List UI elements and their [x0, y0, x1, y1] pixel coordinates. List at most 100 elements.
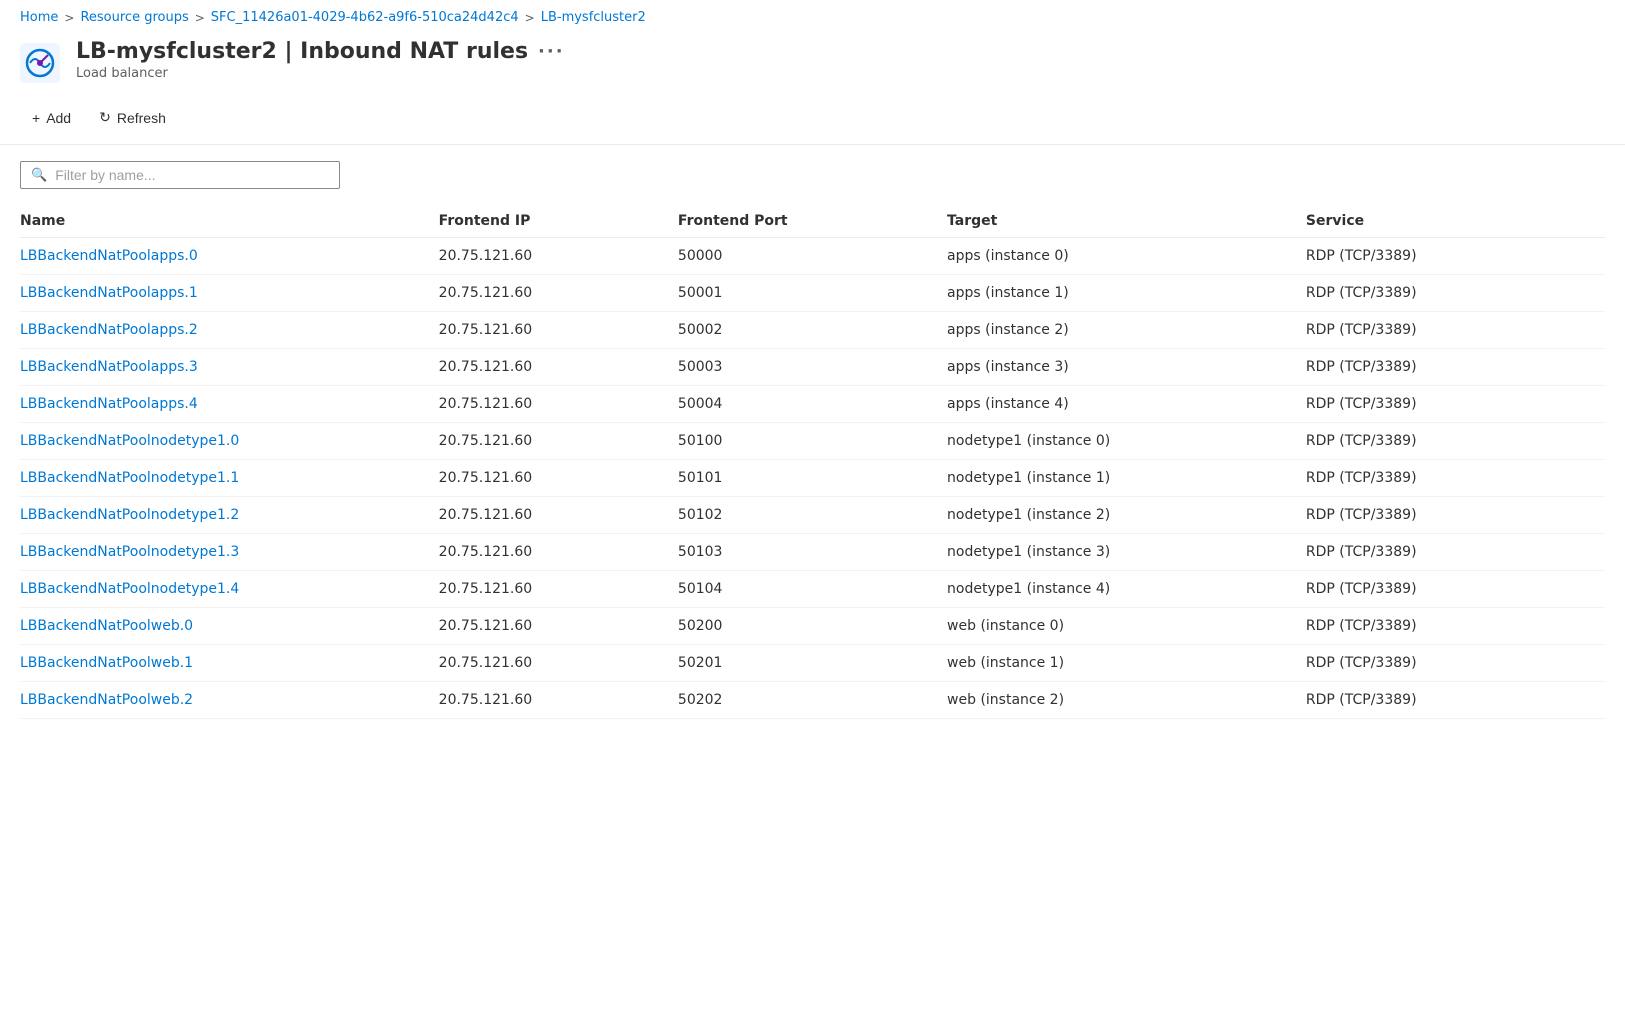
col-header-service: Service — [1306, 205, 1605, 238]
nat-rule-link[interactable]: LBBackendNatPoolapps.0 — [20, 248, 198, 264]
nat-rule-link[interactable]: LBBackendNatPoolapps.3 — [20, 359, 198, 375]
breadcrumb-resource-groups[interactable]: Resource groups — [80, 10, 188, 25]
frontend-port-cell: 50102 — [678, 497, 947, 534]
nat-rule-link[interactable]: LBBackendNatPoolnodetype1.0 — [20, 433, 239, 449]
content-area: 🔍 Name Frontend IP Frontend Port Target … — [0, 145, 1625, 735]
page-subtitle: Load balancer — [76, 66, 565, 81]
table-header: Name Frontend IP Frontend Port Target Se… — [20, 205, 1605, 238]
service-cell: RDP (TCP/3389) — [1306, 386, 1605, 423]
target-cell: nodetype1 (instance 2) — [947, 497, 1306, 534]
toolbar: + Add ↻ Refresh — [0, 95, 1625, 145]
table-row: LBBackendNatPoolapps.320.75.121.6050003a… — [20, 349, 1605, 386]
table-body: LBBackendNatPoolapps.020.75.121.6050000a… — [20, 238, 1605, 719]
breadcrumb-subscription[interactable]: SFC_11426a01-4029-4b62-a9f6-510ca24d42c4 — [211, 10, 519, 25]
lb-icon — [20, 43, 60, 83]
page-title-text: LB-mysfcluster2 | Inbound NAT rules — [76, 39, 528, 64]
breadcrumb-sep-3: > — [525, 11, 535, 25]
frontend-ip-cell: 20.75.121.60 — [439, 238, 678, 275]
breadcrumb-home[interactable]: Home — [20, 10, 58, 25]
target-cell: web (instance 1) — [947, 645, 1306, 682]
service-cell: RDP (TCP/3389) — [1306, 571, 1605, 608]
table-row: LBBackendNatPoolweb.1 20.75.121.6050201we… — [20, 645, 1605, 682]
service-cell: RDP (TCP/3389) — [1306, 275, 1605, 312]
frontend-port-cell: 50001 — [678, 275, 947, 312]
table-row: LBBackendNatPoolweb.020.75.121.6050200we… — [20, 608, 1605, 645]
service-cell: RDP (TCP/3389) — [1306, 608, 1605, 645]
service-cell: RDP (TCP/3389) — [1306, 349, 1605, 386]
nat-rule-link[interactable]: LBBackendNatPoolnodetype1.1 — [20, 470, 239, 486]
target-cell: nodetype1 (instance 0) — [947, 423, 1306, 460]
table-row: LBBackendNatPoolnodetype1.3 20.75.121.605… — [20, 534, 1605, 571]
frontend-ip-cell: 20.75.121.60 — [439, 386, 678, 423]
nat-rule-link[interactable]: LBBackendNatPoolapps.1 — [20, 285, 198, 301]
add-icon: + — [32, 110, 40, 126]
filter-input[interactable] — [55, 167, 329, 183]
table-row: LBBackendNatPoolweb.2 20.75.121.6050202we… — [20, 682, 1605, 719]
frontend-ip-cell: 20.75.121.60 — [439, 275, 678, 312]
table-row: LBBackendNatPoolnodetype1.0 20.75.121.605… — [20, 423, 1605, 460]
service-cell: RDP (TCP/3389) — [1306, 534, 1605, 571]
table-row: LBBackendNatPoolapps.020.75.121.6050000a… — [20, 238, 1605, 275]
frontend-port-cell: 50101 — [678, 460, 947, 497]
col-header-name: Name — [20, 205, 439, 238]
service-cell: RDP (TCP/3389) — [1306, 423, 1605, 460]
frontend-ip-cell: 20.75.121.60 — [439, 460, 678, 497]
col-header-frontend-port: Frontend Port — [678, 205, 947, 238]
frontend-ip-cell: 20.75.121.60 — [439, 645, 678, 682]
nat-rule-link[interactable]: LBBackendNatPoolnodetype1.2 — [20, 507, 239, 523]
target-cell: apps (instance 4) — [947, 386, 1306, 423]
service-cell: RDP (TCP/3389) — [1306, 312, 1605, 349]
refresh-icon: ↻ — [99, 109, 111, 126]
col-header-frontend-ip: Frontend IP — [439, 205, 678, 238]
frontend-port-cell: 50201 — [678, 645, 947, 682]
service-cell: RDP (TCP/3389) — [1306, 682, 1605, 719]
page-header: LB-mysfcluster2 | Inbound NAT rules ··· … — [0, 33, 1625, 95]
col-header-target: Target — [947, 205, 1306, 238]
service-cell: RDP (TCP/3389) — [1306, 497, 1605, 534]
nat-rule-link[interactable]: LBBackendNatPoolnodetype1.3 — [20, 544, 239, 560]
frontend-port-cell: 50104 — [678, 571, 947, 608]
refresh-button[interactable]: ↻ Refresh — [87, 103, 178, 132]
add-label: Add — [46, 110, 71, 126]
target-cell: nodetype1 (instance 4) — [947, 571, 1306, 608]
target-cell: apps (instance 0) — [947, 238, 1306, 275]
page-title: LB-mysfcluster2 | Inbound NAT rules ··· — [76, 39, 565, 64]
frontend-port-cell: 50004 — [678, 386, 947, 423]
frontend-ip-cell: 20.75.121.60 — [439, 682, 678, 719]
nat-rules-table: Name Frontend IP Frontend Port Target Se… — [20, 205, 1605, 719]
nat-rule-link[interactable]: LBBackendNatPoolapps.4 — [20, 396, 198, 412]
search-icon: 🔍 — [31, 168, 47, 183]
target-cell: apps (instance 2) — [947, 312, 1306, 349]
target-cell: web (instance 0) — [947, 608, 1306, 645]
frontend-ip-cell: 20.75.121.60 — [439, 497, 678, 534]
table-row: LBBackendNatPoolapps.220.75.121.6050002a… — [20, 312, 1605, 349]
service-cell: RDP (TCP/3389) — [1306, 460, 1605, 497]
page-title-block: LB-mysfcluster2 | Inbound NAT rules ··· … — [76, 39, 565, 81]
nat-rule-link[interactable]: LBBackendNatPoolweb.0 — [20, 618, 193, 634]
breadcrumb-lb[interactable]: LB-mysfcluster2 — [541, 10, 646, 25]
target-cell: nodetype1 (instance 3) — [947, 534, 1306, 571]
target-cell: web (instance 2) — [947, 682, 1306, 719]
frontend-port-cell: 50202 — [678, 682, 947, 719]
frontend-ip-cell: 20.75.121.60 — [439, 349, 678, 386]
frontend-ip-cell: 20.75.121.60 — [439, 423, 678, 460]
target-cell: nodetype1 (instance 1) — [947, 460, 1306, 497]
more-options-button[interactable]: ··· — [538, 41, 565, 62]
add-button[interactable]: + Add — [20, 104, 83, 132]
frontend-port-cell: 50103 — [678, 534, 947, 571]
frontend-ip-cell: 20.75.121.60 — [439, 608, 678, 645]
nat-rule-link[interactable]: LBBackendNatPoolnodetype1.4 — [20, 581, 239, 597]
refresh-label: Refresh — [117, 110, 166, 126]
service-cell: RDP (TCP/3389) — [1306, 238, 1605, 275]
frontend-ip-cell: 20.75.121.60 — [439, 534, 678, 571]
nat-rule-link[interactable]: LBBackendNatPoolapps.2 — [20, 322, 198, 338]
frontend-ip-cell: 20.75.121.60 — [439, 312, 678, 349]
nat-rule-link[interactable]: LBBackendNatPoolweb.1 — [20, 655, 193, 671]
table-row: LBBackendNatPoolnodetype1.4 20.75.121.605… — [20, 571, 1605, 608]
frontend-ip-cell: 20.75.121.60 — [439, 571, 678, 608]
nat-rule-link[interactable]: LBBackendNatPoolweb.2 — [20, 692, 193, 708]
table-row: LBBackendNatPoolnodetype1.2 20.75.121.605… — [20, 497, 1605, 534]
frontend-port-cell: 50100 — [678, 423, 947, 460]
table-row: LBBackendNatPoolapps.4 20.75.121.6050004a… — [20, 386, 1605, 423]
target-cell: apps (instance 3) — [947, 349, 1306, 386]
